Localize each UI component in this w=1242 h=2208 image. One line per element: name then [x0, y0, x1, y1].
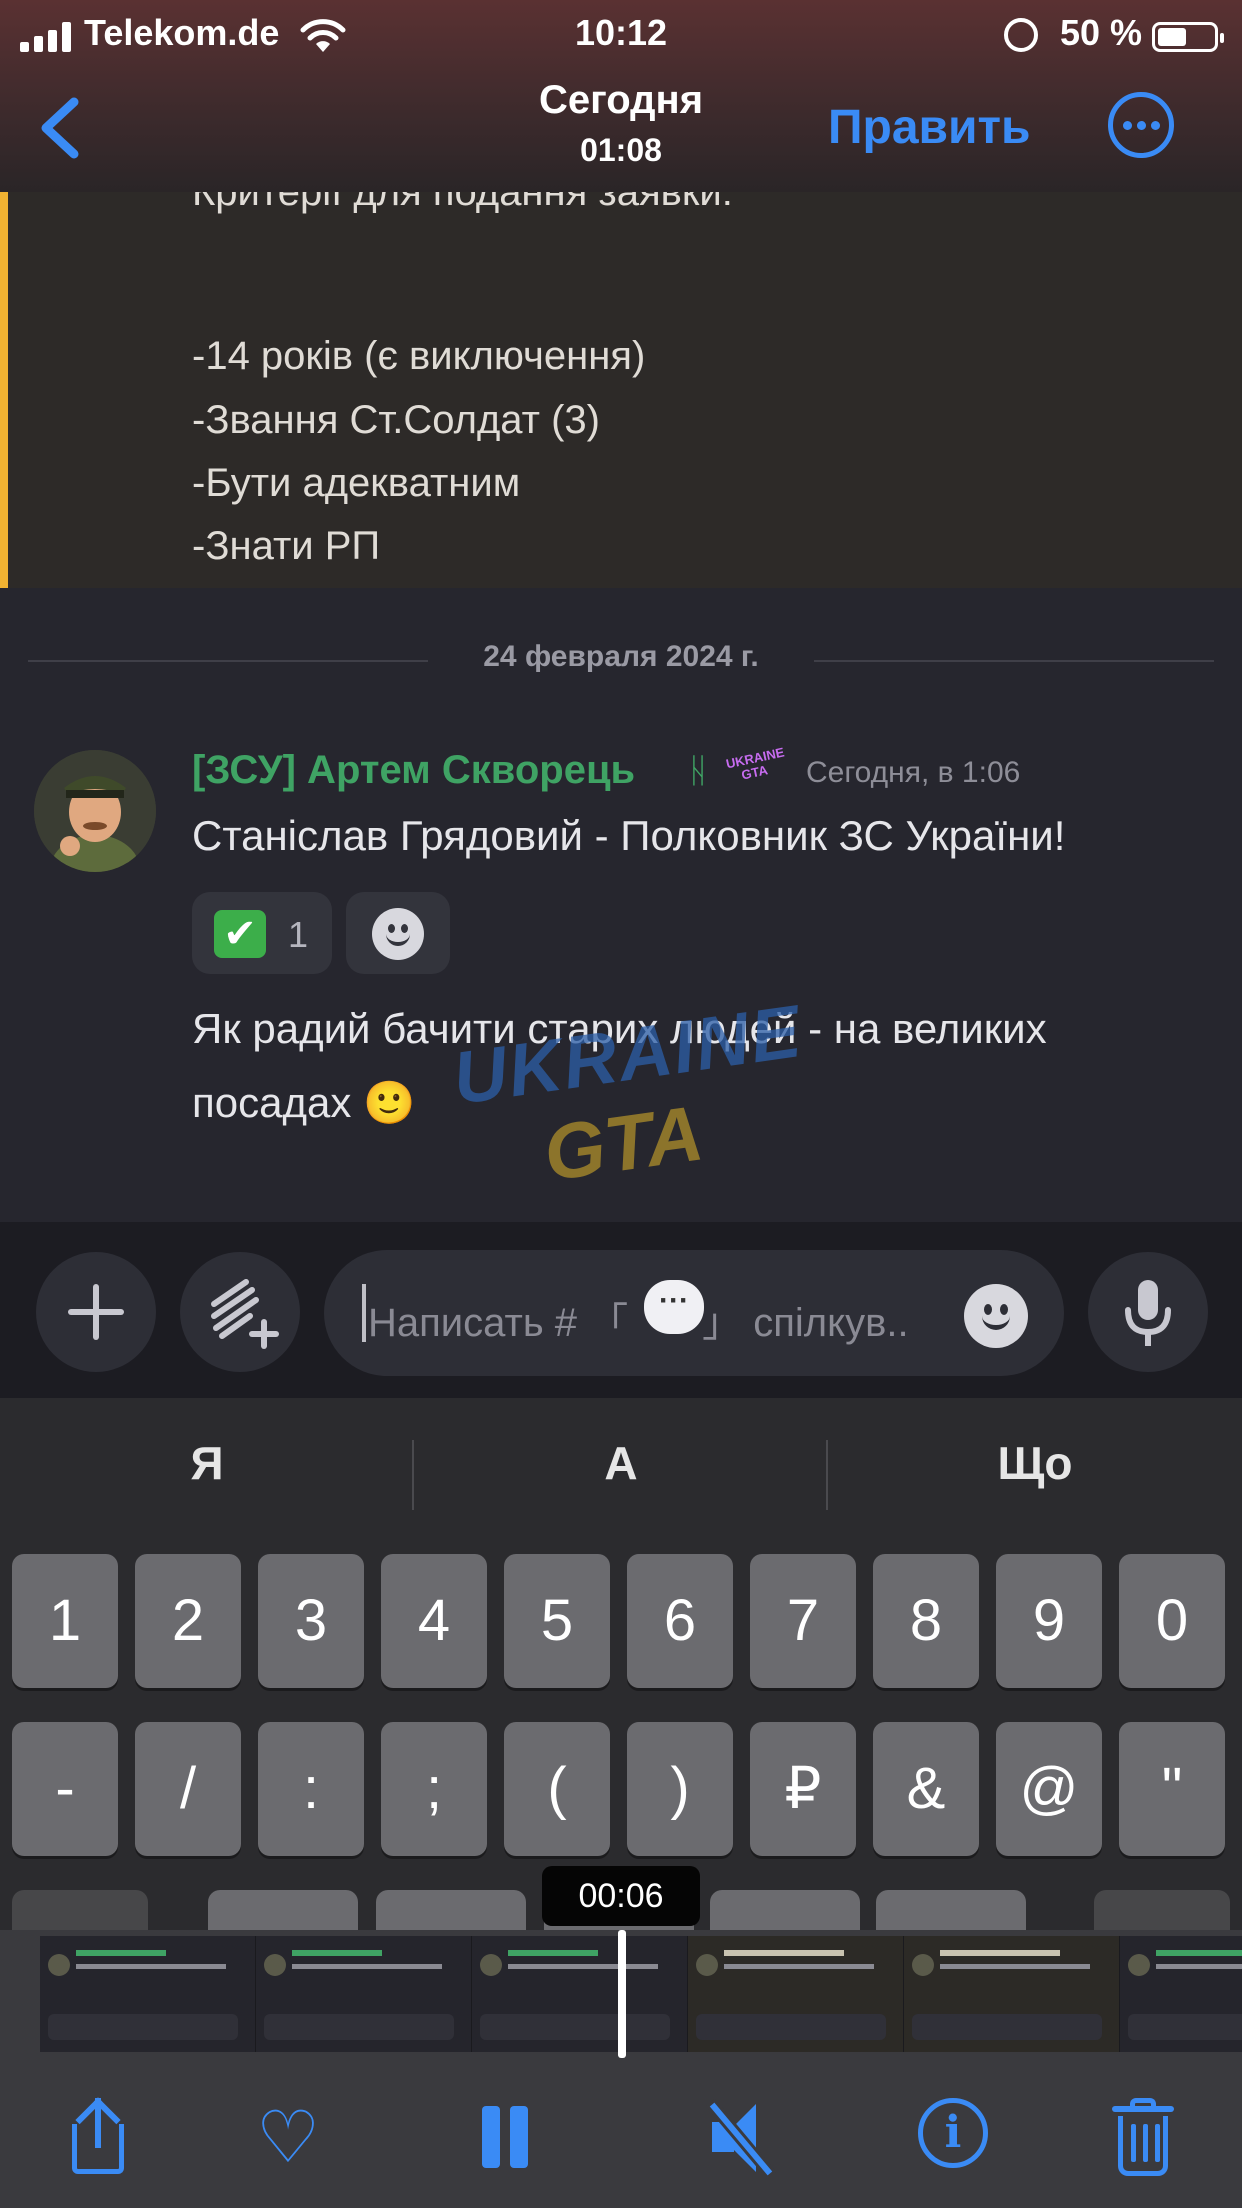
battery-percent: 50 %	[1059, 12, 1142, 53]
battery-icon	[1152, 22, 1224, 52]
add-reaction-icon	[372, 908, 424, 960]
key-7[interactable]: 7	[750, 1554, 856, 1688]
message-input[interactable]: Написать # 「」 спілкув.. ···	[324, 1250, 1064, 1376]
microphone-button[interactable]	[1088, 1252, 1208, 1372]
timeline-frame	[472, 1936, 688, 2052]
timeline-frame	[688, 1936, 904, 2052]
timeline-frame	[904, 1936, 1120, 2052]
embed-line: -Звання Ст.Солдат (3)	[192, 398, 600, 442]
key-1[interactable]: 1	[12, 1554, 118, 1688]
nav-title: Сегодня	[538, 78, 704, 122]
composer-bar: Написать # 「」 спілкув.. ···	[0, 1222, 1242, 1398]
edit-button[interactable]: Править	[828, 100, 1031, 155]
embed-line: Критерії для подання заявки:	[192, 192, 733, 214]
suggestion-3[interactable]: Що	[828, 1436, 1242, 1490]
key-apostrophe[interactable]	[876, 1890, 1026, 1930]
video-timeline[interactable]	[0, 1930, 1242, 2058]
key-6[interactable]: 6	[627, 1554, 733, 1688]
info-icon[interactable]: i	[918, 2098, 988, 2168]
key-ruble[interactable]: ₽	[750, 1722, 856, 1856]
suggestion-2[interactable]: А	[414, 1436, 828, 1490]
timeline-frames	[40, 1936, 1242, 2052]
reaction-check[interactable]: ✔ 1	[192, 892, 332, 974]
key-backspace[interactable]	[1094, 1890, 1230, 1930]
pause-icon[interactable]	[460, 2098, 540, 2178]
embed-line: -Бути адекватним	[192, 461, 521, 505]
check-mark-icon: ✔	[214, 910, 266, 958]
message-text: Станіслав Грядовий - Полковник ЗС Україн…	[192, 812, 1066, 859]
key-comma[interactable]	[376, 1890, 526, 1930]
key-semicolon[interactable]: ;	[381, 1722, 487, 1856]
key-hyphen[interactable]: -	[12, 1722, 118, 1856]
date-divider: 24 февраля 2024 г.	[28, 640, 1214, 680]
timeline-frame	[256, 1936, 472, 2052]
server-tag-badge: UKRAINE GTA	[724, 744, 786, 783]
microphone-icon	[1125, 1280, 1171, 1346]
mute-icon[interactable]	[700, 2098, 780, 2178]
more-options-icon[interactable]	[1108, 92, 1174, 158]
key-slash[interactable]: /	[135, 1722, 241, 1856]
share-icon[interactable]	[58, 2097, 138, 2178]
key-ampersand[interactable]: &	[873, 1722, 979, 1856]
message-author[interactable]: [ЗСУ] Артем Скворець	[192, 748, 635, 793]
suggestion-1[interactable]: Я	[0, 1436, 414, 1490]
key-symbols[interactable]	[12, 1890, 148, 1930]
key-open-paren[interactable]: (	[504, 1722, 610, 1856]
key-2[interactable]: 2	[135, 1554, 241, 1688]
heart-icon[interactable]: ♡	[248, 2098, 328, 2178]
chat-area[interactable]: Критерії для подання заявки: -14 років (…	[0, 192, 1242, 1222]
timeline-frame	[40, 1936, 256, 2052]
orientation-lock-icon	[1004, 18, 1038, 52]
key-3[interactable]: 3	[258, 1554, 364, 1688]
key-5[interactable]: 5	[504, 1554, 610, 1688]
reaction-count: 1	[288, 914, 309, 955]
key-4[interactable]: 4	[381, 1554, 487, 1688]
message-embed: Критерії для подання заявки: -14 років (…	[0, 192, 1242, 588]
top-bar: Telekom.de 10:12 50 % Сегодня 01:08 Прав…	[0, 0, 1242, 192]
apps-icon	[211, 1279, 279, 1349]
key-9[interactable]: 9	[996, 1554, 1102, 1688]
embed-line: -14 років (є виключення)	[192, 334, 646, 378]
keyboard: Я А Що 1 2 3 4 5 6 7 8 9 0 - / : ; ( ) ₽…	[0, 1398, 1242, 1930]
playhead[interactable]	[618, 1930, 626, 2058]
status-bar: Telekom.de 10:12 50 %	[0, 8, 1242, 58]
key-colon[interactable]: :	[258, 1722, 364, 1856]
avatar-image	[34, 750, 156, 872]
speech-bubble-icon: ···	[644, 1280, 704, 1334]
message-text: Як радий бачити старих людей - на велики…	[192, 1005, 1047, 1126]
nav-subtitle: 01:08	[580, 132, 662, 168]
key-close-paren[interactable]: )	[627, 1722, 733, 1856]
role-icon: ᚺ	[688, 752, 709, 790]
apps-button[interactable]	[180, 1252, 300, 1372]
timeline-frame	[1120, 1936, 1242, 2052]
add-reaction-button[interactable]	[346, 892, 450, 974]
attach-plus-button[interactable]	[36, 1252, 156, 1372]
key-at[interactable]: @	[996, 1722, 1102, 1856]
date-divider-label: 24 февраля 2024 г.	[483, 640, 759, 673]
key-period[interactable]	[208, 1890, 358, 1930]
key-0[interactable]: 0	[1119, 1554, 1225, 1688]
key-quote[interactable]: "	[1119, 1722, 1225, 1856]
message-timestamp: Сегодня, в 1:06	[806, 756, 1021, 789]
video-time-indicator: 00:06	[542, 1866, 700, 1926]
key-8[interactable]: 8	[873, 1554, 979, 1688]
status-time: 10:12	[574, 12, 668, 53]
emoji-picker-icon[interactable]	[964, 1284, 1028, 1348]
trash-icon[interactable]	[1106, 2098, 1186, 2178]
embed-line: -Знати РП	[192, 524, 381, 568]
input-placeholder: Написать # 「」 спілкув..	[368, 1301, 909, 1345]
photos-toolbar: ♡ i	[0, 2058, 1242, 2208]
key-exclaim[interactable]	[710, 1890, 860, 1930]
text-caret	[362, 1284, 366, 1342]
avatar[interactable]	[34, 750, 156, 872]
